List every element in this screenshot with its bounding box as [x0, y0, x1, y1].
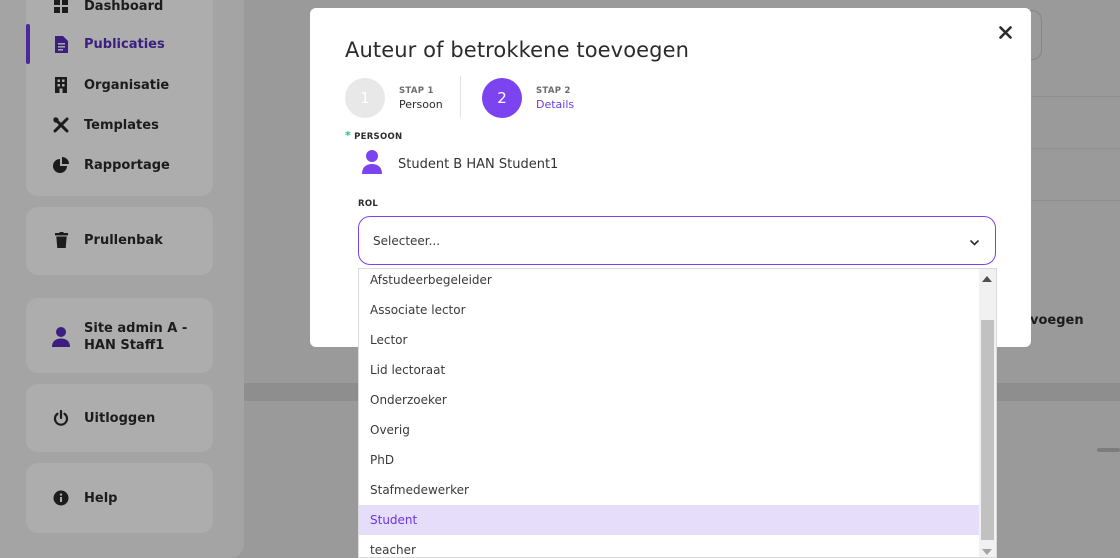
role-option[interactable]: Overig [359, 415, 980, 445]
sidebar-item-label: Organisatie [84, 77, 170, 93]
tools-icon [52, 116, 70, 134]
background-divider [1031, 96, 1120, 97]
role-option-highlighted[interactable]: Student [359, 505, 980, 535]
role-options-list[interactable]: Afstudeerbegeleider Associate lector Lec… [358, 268, 997, 558]
step-name: Persoon [399, 97, 443, 111]
sidebar-item-label: Prullenbak [84, 232, 163, 248]
background-dash [1097, 448, 1120, 452]
scroll-up-arrow-icon[interactable] [982, 276, 992, 282]
role-option[interactable]: Associate lector [359, 295, 980, 325]
step-divider [460, 76, 461, 118]
pie-chart-icon [52, 156, 70, 174]
step-kicker: STAP 1 [399, 85, 434, 96]
sidebar-item-dashboard[interactable]: Dashboard [52, 0, 163, 18]
selected-person: Student B HAN Student1 [362, 150, 558, 178]
sidebar-item-help[interactable]: Help [52, 486, 117, 510]
active-nav-indicator [26, 24, 30, 64]
step-number: 2 [482, 78, 522, 118]
sidebar-item-templates[interactable]: Templates [52, 113, 159, 137]
building-icon [52, 76, 70, 94]
sidebar-item-label: Dashboard [84, 0, 164, 14]
role-option[interactable]: Afstudeerbegeleider [359, 269, 980, 295]
role-select[interactable]: Selecteer... [358, 216, 996, 265]
background-divider [1031, 148, 1120, 149]
role-option[interactable]: PhD [359, 445, 980, 475]
user-icon [362, 150, 382, 178]
step-name: Details [536, 97, 575, 111]
scroll-down-arrow-icon[interactable] [982, 549, 992, 555]
close-button[interactable] [994, 22, 1016, 44]
role-field-label: ROL [358, 199, 379, 209]
role-option[interactable]: Lector [359, 325, 980, 355]
dropdown-scrollbar[interactable] [979, 269, 996, 557]
background-add-button-label: voegen [1030, 313, 1084, 328]
person-field-label: * PERSOON [345, 129, 402, 142]
step-number: 1 [345, 78, 385, 118]
document-icon [52, 35, 70, 53]
step-details[interactable]: 2 STAP 2 Details [482, 78, 574, 118]
sidebar-item-label: Publicaties [84, 36, 165, 52]
trash-icon [52, 231, 70, 249]
sidebar-item-rapportage[interactable]: Rapportage [52, 153, 170, 177]
sidebar-item-label: Rapportage [84, 157, 170, 173]
sidebar: Dashboard Publicaties Organisatie Templa… [0, 0, 244, 558]
required-mark: * [345, 129, 352, 142]
background-divider [1031, 200, 1120, 201]
sidebar-item-label: Help [84, 490, 118, 506]
power-icon [52, 409, 70, 427]
sidebar-item-label: Templates [84, 117, 159, 133]
role-option[interactable]: Stafmedewerker [359, 475, 980, 505]
user-name-line1: Site admin A - [84, 321, 188, 336]
step-kicker: STAP 2 [536, 85, 571, 96]
role-option[interactable]: Onderzoeker [359, 385, 980, 415]
role-option[interactable]: teacher [359, 535, 980, 557]
sidebar-item-organisatie[interactable]: Organisatie [52, 73, 169, 97]
grid-icon [52, 0, 70, 15]
sidebar-item-uitloggen[interactable]: Uitloggen [52, 406, 155, 430]
scrollbar-thumb[interactable] [981, 320, 994, 540]
sidebar-item-label: Uitloggen [84, 410, 156, 426]
user-icon [52, 327, 70, 347]
sidebar-user[interactable]: Site admin A - HAN Staff1 [52, 320, 187, 354]
step-persoon[interactable]: 1 STAP 1 Persoon [345, 78, 443, 118]
person-label-text: PERSOON [354, 132, 403, 142]
sidebar-item-publicaties[interactable]: Publicaties [52, 32, 165, 56]
chevron-down-icon [970, 231, 979, 250]
role-select-value: Selecteer... [373, 233, 441, 248]
info-icon [52, 489, 70, 507]
user-name-line2: HAN Staff1 [84, 338, 165, 353]
person-name: Student B HAN Student1 [398, 156, 559, 172]
modal-title: Auteur of betrokkene toevoegen [345, 38, 690, 62]
sidebar-item-prullenbak[interactable]: Prullenbak [52, 228, 163, 252]
close-icon [998, 24, 1012, 43]
role-option[interactable]: Lid lectoraat [359, 355, 980, 385]
